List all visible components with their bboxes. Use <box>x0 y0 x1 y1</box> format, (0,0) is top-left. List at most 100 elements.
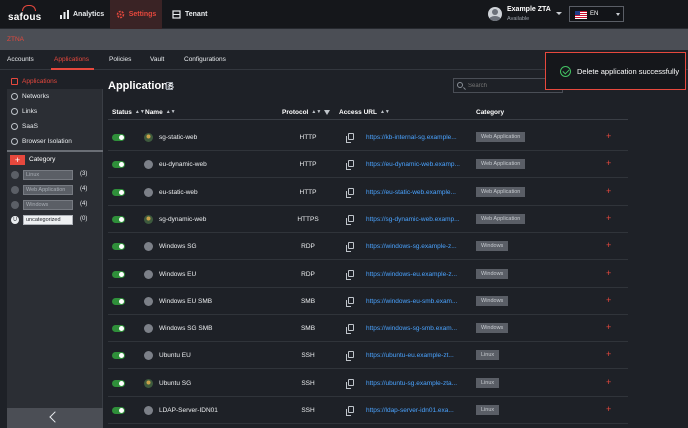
sidebar-collapse-button[interactable] <box>7 408 103 428</box>
copy-icon[interactable] <box>346 324 354 335</box>
copy-icon[interactable] <box>346 378 354 389</box>
sidebar-item-applications[interactable]: Applications <box>7 74 103 89</box>
table-row[interactable]: eu-static-web HTTP https://eu-static-web.e… <box>108 179 628 206</box>
status-toggle[interactable] <box>112 270 125 278</box>
status-toggle[interactable] <box>112 134 125 141</box>
copy-icon[interactable] <box>346 187 354 198</box>
status-toggle[interactable] <box>112 161 125 169</box>
safous-logo[interactable]: safous <box>8 5 50 24</box>
category-item-uncategorized[interactable]: U uncategorized (0) <box>10 214 100 226</box>
access-url-link[interactable]: https://windows-sg.example-z... <box>366 243 464 250</box>
category-item-linux[interactable]: Linux (3) <box>10 169 100 181</box>
table-row[interactable]: eu-dynamic-web HTTP https://eu-dynamic-web… <box>108 151 628 179</box>
sidebar-item-links[interactable]: Links <box>7 104 103 119</box>
add-icon[interactable]: + <box>606 158 611 168</box>
access-url-link[interactable]: https://windows-eu-smb.exam... <box>366 298 464 305</box>
app-name[interactable]: sg-dynamic-web <box>159 216 206 223</box>
tab-applications[interactable]: Applications <box>54 56 89 63</box>
app-name[interactable]: sg-static-web <box>159 134 197 141</box>
access-url-link[interactable]: https://windows-eu.example-z... <box>366 271 464 278</box>
add-icon[interactable]: + <box>606 349 611 359</box>
table-row[interactable]: sg-static-web HTTP https://kb-internal-sg.… <box>108 124 628 151</box>
table-row[interactable]: LDAP-Server-IDN01 SSH https://ldap-server-… <box>108 397 628 424</box>
access-url-link[interactable]: https://eu-static-web.example... <box>366 189 464 196</box>
column-category: Category <box>476 109 505 116</box>
app-name[interactable]: eu-dynamic-web <box>159 161 207 168</box>
tab-accounts[interactable]: Accounts <box>7 56 34 63</box>
access-url-link[interactable]: https://ldap-server-idn01.exa... <box>366 407 464 414</box>
app-name[interactable]: eu-static-web <box>159 189 198 196</box>
copy-icon[interactable] <box>346 160 354 171</box>
add-icon[interactable]: + <box>606 240 611 250</box>
category-badge: Windows <box>476 268 509 279</box>
add-icon[interactable]: + <box>606 268 611 278</box>
app-name[interactable]: Windows EU SMB <box>159 298 212 305</box>
app-name[interactable]: Ubuntu SG <box>159 380 191 387</box>
nav-analytics[interactable]: Analytics <box>60 0 110 29</box>
copy-icon[interactable] <box>346 269 354 280</box>
user-menu[interactable]: Example ZTA Available <box>486 4 556 26</box>
status-toggle[interactable] <box>112 297 125 305</box>
add-icon[interactable]: + <box>606 131 611 141</box>
status-toggle[interactable] <box>112 352 125 360</box>
language-select[interactable]: EN <box>569 6 624 22</box>
app-name[interactable]: Windows EU <box>159 271 196 278</box>
column-access-url[interactable]: Access URL ▲▼ <box>339 109 390 116</box>
status-toggle[interactable] <box>112 325 125 333</box>
column-protocol[interactable]: Protocol ▲▼ <box>282 109 321 116</box>
access-url-link[interactable]: https://ubuntu-sg.example-zta... <box>366 380 464 387</box>
column-name[interactable]: Name ▲▼ <box>145 109 176 116</box>
tab-configurations[interactable]: Configurations <box>184 56 226 63</box>
list-icon[interactable] <box>166 82 173 90</box>
add-icon[interactable]: + <box>606 213 611 223</box>
access-url-link[interactable]: https://windows-sg-smb.exam... <box>366 325 464 332</box>
nav-settings-label: Settings <box>128 11 157 18</box>
app-name[interactable]: LDAP-Server-IDN01 <box>159 407 218 414</box>
add-icon[interactable]: + <box>606 404 611 414</box>
table-row[interactable]: Ubuntu SG SSH https://ubuntu-sg.example-zt… <box>108 370 628 397</box>
status-toggle[interactable] <box>112 215 125 223</box>
copy-icon[interactable] <box>346 214 354 225</box>
sidebar-item-saas[interactable]: SaaS <box>7 119 103 134</box>
chevron-down-icon[interactable] <box>556 12 562 15</box>
copy-icon[interactable] <box>346 351 354 362</box>
category-item-windows[interactable]: Windows (4) <box>10 199 100 211</box>
table-row[interactable]: Ubuntu EU SSH https://ubuntu-eu.example-zt… <box>108 342 628 370</box>
status-toggle[interactable] <box>112 188 125 196</box>
access-url-link[interactable]: https://eu-dynamic-web.examp... <box>366 161 464 168</box>
table-row[interactable]: Windows EU SMB SMB https://windows-eu-smb.… <box>108 288 628 315</box>
status-toggle[interactable] <box>112 379 125 387</box>
add-icon[interactable]: + <box>606 322 611 332</box>
copy-icon[interactable] <box>346 133 354 143</box>
access-url-link[interactable]: https://ubuntu-eu.example-zt... <box>366 352 464 359</box>
access-url-link[interactable]: https://sg-dynamic-web.examp... <box>366 216 464 223</box>
copy-icon[interactable] <box>346 406 354 416</box>
copy-icon[interactable] <box>346 296 354 307</box>
add-icon[interactable]: + <box>606 295 611 305</box>
app-name[interactable]: Ubuntu EU <box>159 352 191 359</box>
tab-vault[interactable]: Vault <box>150 56 164 63</box>
column-status[interactable]: Status ▲▼ <box>112 109 145 116</box>
search-icon <box>457 82 463 88</box>
table-row[interactable]: Windows SG SMB SMB https://windows-sg-smb.… <box>108 315 628 343</box>
access-url-link[interactable]: https://kb-internal-sg.example... <box>366 134 464 141</box>
app-name[interactable]: Windows SG SMB <box>159 325 212 332</box>
sidebar-item-networks[interactable]: Networks <box>7 89 103 104</box>
table-row[interactable]: Windows EU RDP https://windows-eu.example-… <box>108 261 628 288</box>
app-protocol: SSH <box>301 379 315 387</box>
copy-icon[interactable] <box>346 242 354 253</box>
add-icon[interactable]: + <box>606 186 611 196</box>
tab-policies[interactable]: Policies <box>109 56 131 63</box>
app-name[interactable]: Windows SG <box>159 243 197 250</box>
nav-settings[interactable]: Settings <box>110 0 162 29</box>
sidebar-item-browser-isolation[interactable]: Browser Isolation <box>7 134 103 149</box>
nav-tenant[interactable]: Tenant <box>172 0 212 29</box>
add-category-button[interactable]: + <box>10 155 25 165</box>
add-icon[interactable]: + <box>606 377 611 387</box>
filter-icon[interactable] <box>324 110 330 115</box>
table-row[interactable]: Windows SG RDP https://windows-sg.example-… <box>108 233 628 261</box>
status-toggle[interactable] <box>112 243 125 251</box>
category-item-web-application[interactable]: Web Application (4) <box>10 184 100 196</box>
table-row[interactable]: sg-dynamic-web HTTPS https://sg-dynamic-we… <box>108 206 628 233</box>
status-toggle[interactable] <box>112 407 125 414</box>
